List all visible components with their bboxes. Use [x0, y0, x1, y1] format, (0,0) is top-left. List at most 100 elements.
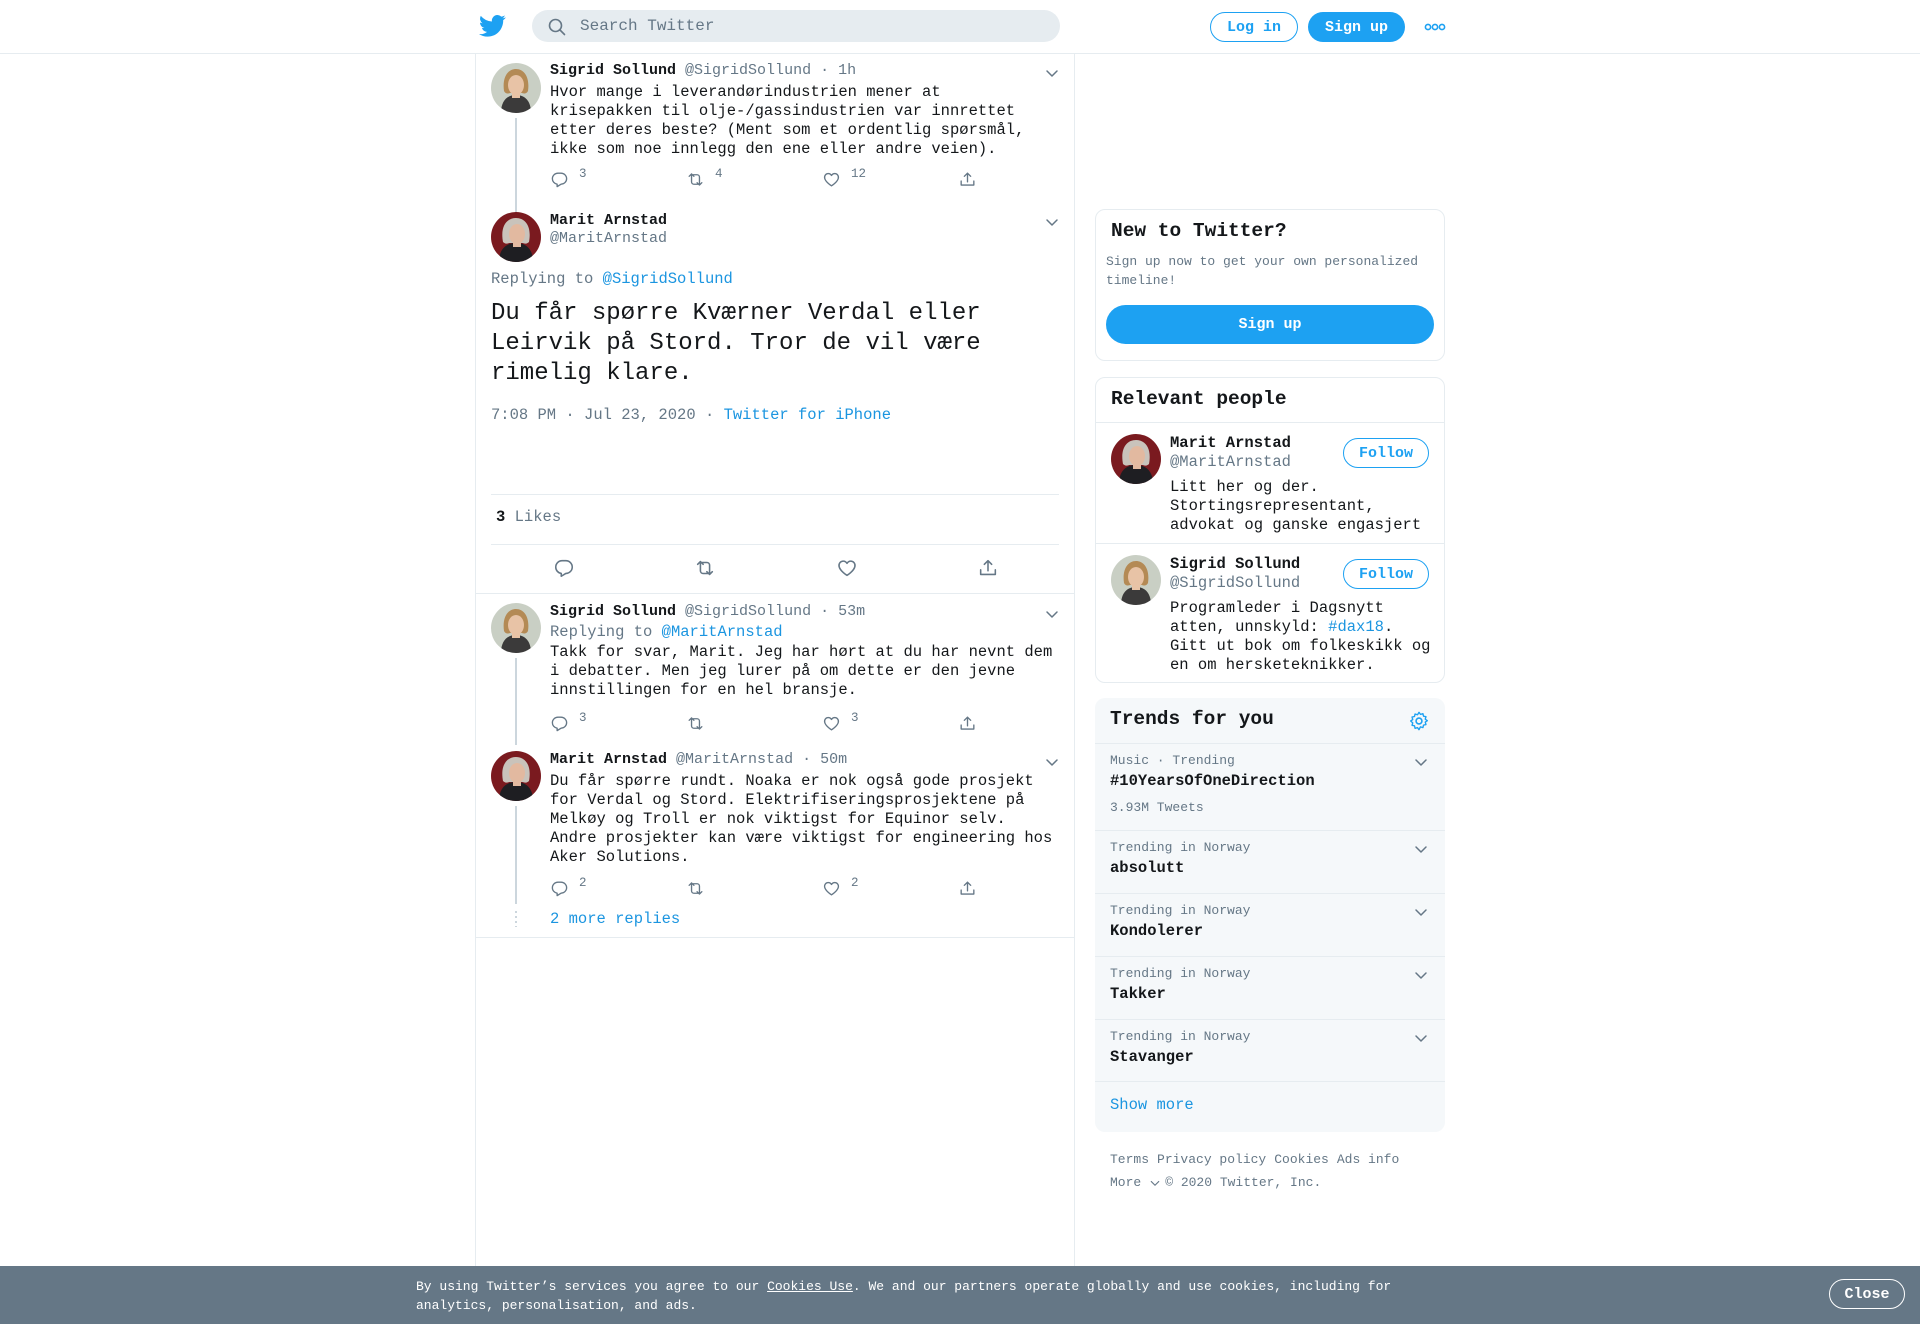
heart-icon [822, 714, 841, 733]
reply-tweet[interactable]: Marit Arnstad @MaritArnstad · 50m Du får… [476, 743, 1074, 938]
chevron-down-icon[interactable] [1413, 841, 1429, 857]
cookies-use-link[interactable]: Cookies Use [767, 1279, 853, 1294]
tweet-timestamp[interactable]: 7:08 PM · Jul 23, 2020 [491, 406, 696, 424]
avatar[interactable] [491, 212, 541, 262]
divider [491, 494, 1059, 495]
login-button[interactable]: Log in [1210, 12, 1298, 42]
trend-item[interactable]: Trending in Norway Stavanger [1095, 1019, 1445, 1082]
share-button[interactable] [958, 879, 977, 898]
trend-name[interactable]: absolutt [1110, 859, 1184, 877]
signup-button[interactable]: Sign up [1308, 12, 1405, 42]
person-item[interactable]: Marit Arnstad @MaritArnstad Follow Litt … [1096, 422, 1444, 543]
trend-context: Trending in Norway [1110, 966, 1251, 981]
more-replies-link[interactable]: 2 more replies [550, 910, 680, 928]
tweet-time[interactable]: 50m [820, 751, 847, 768]
footer-link-cookies[interactable]: Cookies [1274, 1152, 1329, 1167]
tweet-thread-column: Sigrid Sollund @SigridSollund · 1h Hvor … [475, 54, 1075, 1324]
avatar[interactable] [491, 751, 541, 801]
author-handle[interactable]: @SigridSollund [685, 62, 811, 79]
heart-icon [822, 170, 841, 189]
search-input[interactable] [580, 10, 1040, 42]
follow-button[interactable]: Follow [1343, 438, 1429, 468]
author-name[interactable]: Sigrid Sollund [550, 603, 676, 620]
author-handle[interactable]: @SigridSollund [685, 603, 811, 620]
twitter-bird-icon[interactable] [479, 14, 506, 38]
footer-more-link[interactable]: More [1110, 1171, 1161, 1194]
chevron-down-icon[interactable] [1044, 65, 1060, 81]
avatar[interactable] [491, 63, 541, 113]
tweet-actions: 3 4 12 [550, 167, 1050, 190]
person-name[interactable]: Sigrid Sollund [1170, 555, 1300, 573]
author-name[interactable]: Marit Arnstad [550, 212, 667, 229]
tweet-header: Marit Arnstad @MaritArnstad · 50m [550, 751, 847, 768]
like-button[interactable] [836, 557, 858, 579]
share-button[interactable] [958, 170, 977, 189]
tweet-source-link[interactable]: Twitter for iPhone [724, 406, 891, 424]
separator-dot: · [820, 603, 830, 620]
reply-tweet[interactable]: Sigrid Sollund @SigridSollund · 53m Repl… [476, 595, 1074, 745]
footer-link-ads-info[interactable]: Ads info [1337, 1152, 1399, 1167]
chevron-down-icon[interactable] [1413, 1030, 1429, 1046]
avatar[interactable] [1111, 555, 1161, 605]
reply-button[interactable]: 2 [550, 876, 587, 898]
trend-item[interactable]: Trending in Norway Kondolerer [1095, 893, 1445, 956]
person-handle[interactable]: @SigridSollund [1170, 574, 1300, 592]
separator-dot: · [820, 62, 830, 79]
share-button[interactable] [958, 714, 977, 733]
cookie-close-button[interactable]: Close [1829, 1279, 1905, 1309]
divider [491, 544, 1059, 545]
retweet-button[interactable]: 4 [686, 167, 723, 189]
chevron-down-icon[interactable] [1413, 904, 1429, 920]
trend-name[interactable]: Takker [1110, 985, 1166, 1003]
trend-item[interactable]: Music · Trending #10YearsOfOneDirection … [1095, 743, 1445, 830]
reply-icon [550, 879, 569, 898]
avatar[interactable] [1111, 434, 1161, 484]
replying-to-link[interactable]: @SigridSollund [603, 270, 733, 288]
person-item[interactable]: Sigrid Sollund @SigridSollund Follow Pro… [1096, 543, 1444, 683]
tweet-time[interactable]: 53m [838, 603, 865, 620]
more-dots-icon[interactable] [1424, 22, 1446, 32]
author-name[interactable]: Sigrid Sollund [550, 62, 676, 79]
retweet-button[interactable] [686, 879, 715, 898]
search-box[interactable] [532, 10, 1060, 42]
replying-to-link[interactable]: @MaritArnstad [662, 623, 783, 641]
author-handle[interactable]: @MaritArnstad [550, 230, 667, 247]
chevron-down-icon[interactable] [1413, 754, 1429, 770]
tweet-time[interactable]: 1h [838, 62, 856, 79]
retweet-button[interactable] [686, 714, 715, 733]
footer-link-privacy[interactable]: Privacy policy [1157, 1152, 1266, 1167]
trend-name[interactable]: Stavanger [1110, 1048, 1194, 1066]
parent-tweet[interactable]: Sigrid Sollund @SigridSollund · 1h Hvor … [476, 54, 1074, 214]
like-button[interactable]: 2 [822, 876, 859, 898]
chevron-down-icon[interactable] [1044, 214, 1060, 230]
trend-item[interactable]: Trending in Norway absolutt [1095, 830, 1445, 893]
author-handle[interactable]: @MaritArnstad [676, 751, 793, 768]
reply-button[interactable]: 3 [550, 711, 587, 733]
follow-button[interactable]: Follow [1343, 559, 1429, 589]
share-button[interactable] [977, 557, 999, 579]
author-name[interactable]: Marit Arnstad [550, 751, 667, 768]
likes-stat[interactable]: 3 Likes [496, 508, 561, 526]
trend-item[interactable]: Trending in Norway Takker [1095, 956, 1445, 1019]
hashtag-link[interactable]: #dax18 [1328, 618, 1384, 636]
chevron-down-icon[interactable] [1044, 606, 1060, 622]
like-button[interactable]: 3 [822, 711, 859, 733]
footer-link-terms[interactable]: Terms [1110, 1152, 1149, 1167]
show-more-trends-link[interactable]: Show more [1110, 1096, 1194, 1114]
gear-icon[interactable] [1408, 710, 1430, 732]
reply-icon [550, 714, 569, 733]
person-name[interactable]: Marit Arnstad [1170, 434, 1291, 452]
reply-button[interactable] [553, 557, 575, 579]
separator-dot: · [704, 406, 715, 424]
chevron-down-icon[interactable] [1413, 967, 1429, 983]
sidebar-signup-button[interactable]: Sign up [1106, 305, 1434, 344]
avatar[interactable] [491, 603, 541, 653]
trend-name[interactable]: Kondolerer [1110, 922, 1203, 940]
trend-name[interactable]: #10YearsOfOneDirection [1110, 772, 1315, 790]
reply-button[interactable]: 3 [550, 167, 587, 189]
share-icon [958, 170, 977, 189]
person-handle[interactable]: @MaritArnstad [1170, 453, 1291, 471]
chevron-down-icon[interactable] [1044, 754, 1060, 770]
retweet-button[interactable] [694, 557, 716, 579]
like-button[interactable]: 12 [822, 167, 866, 189]
